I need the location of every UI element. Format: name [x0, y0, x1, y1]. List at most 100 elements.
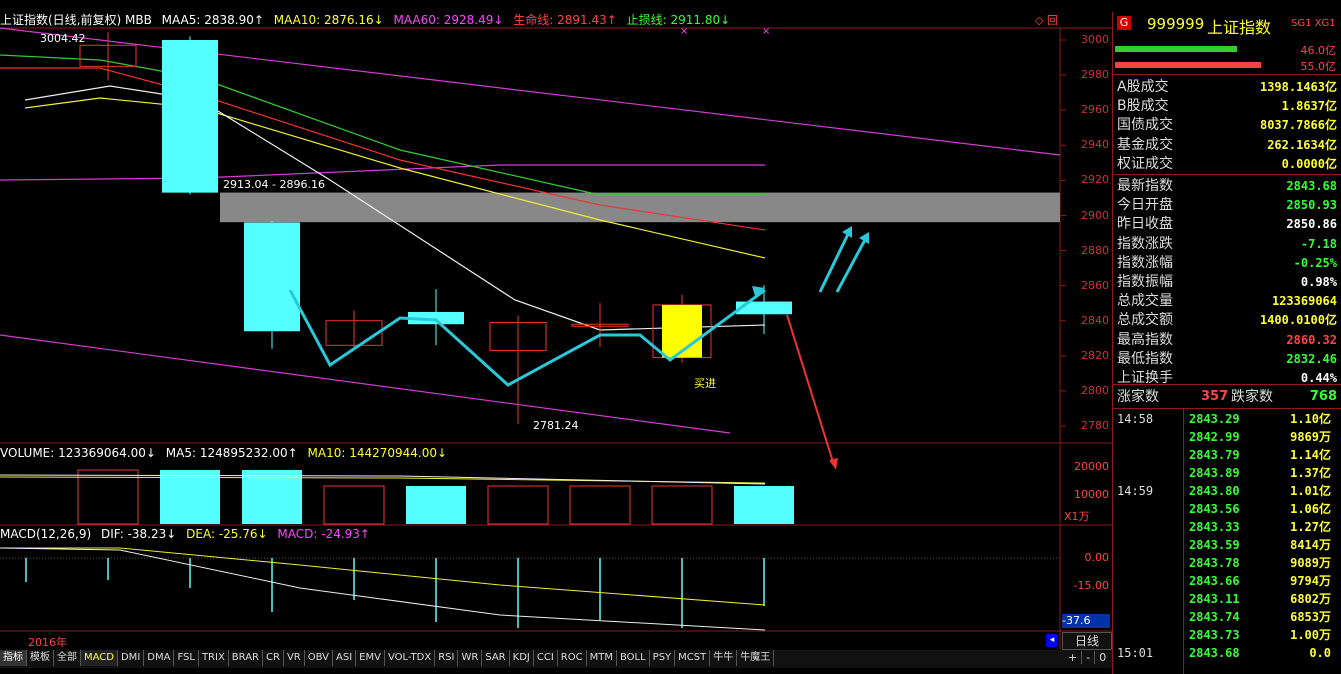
tab-brar[interactable]: BRAR	[228, 650, 263, 666]
tab-wr[interactable]: WR	[458, 650, 483, 666]
stat-row: 总成交额 1400.0100亿	[1115, 311, 1337, 329]
tab-牛魔王[interactable]: 牛魔王	[737, 650, 775, 666]
market-breadth: 涨家数 357 跌家数 768	[1115, 388, 1337, 406]
tick-volume: 1.10亿	[1290, 412, 1331, 426]
tick-volume: 0.0	[1309, 646, 1331, 660]
volume-bar	[160, 470, 220, 524]
tab-rsi[interactable]: RSI	[435, 650, 459, 666]
stat-value: 2850.93	[1286, 198, 1337, 213]
tick-row: 2843.78 9089万	[1115, 554, 1339, 572]
tab-cci[interactable]: CCI	[533, 650, 558, 666]
divider	[1113, 74, 1341, 75]
stat-value: 8037.7866亿	[1259, 118, 1337, 133]
tab-kdj[interactable]: KDJ	[509, 650, 534, 666]
tick-time: 14:58	[1117, 412, 1154, 426]
zoom-out-button[interactable]: -	[1082, 651, 1096, 664]
tab-牛牛[interactable]: 牛牛	[710, 650, 738, 666]
tab-asi[interactable]: ASI	[333, 650, 357, 666]
low-price-label: 2781.24	[533, 419, 579, 432]
tab-sar[interactable]: SAR	[482, 650, 510, 666]
tab-controls: + -0	[1064, 650, 1110, 666]
tab-cr[interactable]: CR	[263, 650, 284, 666]
tick-price: 2843.29	[1189, 412, 1240, 426]
macd-axis-zero: 0.00	[1084, 551, 1110, 564]
tab-emv[interactable]: EMV	[356, 650, 385, 666]
tick-volume: 6802万	[1290, 592, 1331, 606]
tab-psy[interactable]: PSY	[649, 650, 676, 666]
tab-mtm[interactable]: MTM	[586, 650, 617, 666]
candle-body	[162, 40, 218, 193]
tab-全部[interactable]: 全部	[54, 650, 81, 666]
stat-label: 总成交额	[1117, 312, 1173, 329]
reset-button[interactable]: 0	[1095, 651, 1110, 664]
volume-bar	[487, 485, 549, 525]
tick-row: 2843.66 9794万	[1115, 572, 1339, 590]
tab-vr[interactable]: VR	[283, 650, 305, 666]
tab-mcst[interactable]: MCST	[675, 650, 711, 666]
dif-line	[0, 547, 766, 631]
tab-指标[interactable]: 指标	[0, 650, 27, 666]
volume-header: VOLUME: 123369064.00↓ MA5: 124895232.00↑…	[0, 445, 453, 461]
tab-roc[interactable]: ROC	[557, 650, 587, 666]
stat-row: B股成交 1.8637亿	[1115, 97, 1337, 115]
volume-bar	[77, 469, 139, 525]
tab-dma[interactable]: DMA	[144, 650, 175, 666]
tick-time: 14:59	[1117, 484, 1154, 498]
tick-volume: 1.00万	[1290, 628, 1331, 642]
tick-row: 14:58 2843.29 1.10亿	[1115, 410, 1339, 428]
volume-ma5-line	[0, 474, 766, 485]
period-selector[interactable]: 日线	[1062, 632, 1112, 650]
tab-模板[interactable]: 模板	[27, 650, 54, 666]
stat-row: A股成交 1398.1463亿	[1115, 78, 1337, 96]
tab-boll[interactable]: BOLL	[616, 650, 650, 666]
stat-value: 123369064	[1271, 294, 1337, 309]
up-count-label: 涨家数	[1117, 389, 1159, 405]
tick-row: 14:59 2843.80 1.01亿	[1115, 482, 1339, 500]
stock-code: 999999	[1147, 15, 1205, 33]
high-price-label: 3004.42	[40, 32, 86, 45]
tick-row: 2843.11 6802万	[1115, 590, 1339, 608]
tick-price: 2843.73	[1189, 628, 1240, 642]
tick-volume: 1.37亿	[1290, 466, 1331, 480]
stat-label: 昨日收盘	[1117, 216, 1173, 233]
tick-volume: 8414万	[1290, 538, 1331, 552]
main-chart-header: 上证指数(日线,前复权) MBB MAA5: 2838.90↑ MAA10: 2…	[0, 12, 736, 28]
maa5-value: MAA5: 2838.90↑	[161, 13, 264, 27]
stat-label: 权证成交	[1117, 155, 1173, 172]
stat-row: 最低指数 2832.46	[1115, 350, 1337, 368]
stat-row: 今日开盘 2850.93	[1115, 196, 1337, 214]
lower-band-line	[0, 334, 731, 434]
tab-obv[interactable]: OBV	[304, 650, 333, 666]
tab-trix[interactable]: TRIX	[198, 650, 229, 666]
buy-volume-value: 46.0亿	[1300, 44, 1337, 57]
buy-signal-label: 买进	[694, 377, 716, 390]
stop-line	[0, 54, 765, 196]
volume-bar	[569, 485, 631, 525]
volume-title: VOLUME: 123369064.00↓	[0, 446, 156, 460]
tab-fsl[interactable]: FSL	[174, 650, 199, 666]
dea-line	[0, 547, 766, 606]
stat-value: 1.8637亿	[1281, 99, 1337, 114]
stat-label: 指数振幅	[1117, 274, 1173, 290]
ma-line-magenta	[0, 27, 1061, 156]
price-axis-label: 2800	[1081, 384, 1109, 397]
tick-row: 2843.56 1.06亿	[1115, 500, 1339, 518]
stat-row: 指数涨跌 -7.18	[1115, 235, 1337, 253]
tab-macd[interactable]: MACD	[81, 650, 118, 666]
lifeline-value: 生命线: 2891.43↑	[513, 13, 617, 27]
tab-dmi[interactable]: DMI	[117, 650, 145, 666]
stat-value: 0.0000亿	[1281, 156, 1337, 171]
zoom-in-button[interactable]: +	[1064, 651, 1083, 664]
tick-price: 2843.68	[1189, 646, 1240, 660]
tick-price: 2843.89	[1189, 466, 1240, 480]
scroll-left-icon[interactable]: ◂	[1046, 634, 1058, 647]
stopline-value: 止损线: 2911.80↓	[626, 13, 731, 27]
kline-chart[interactable]: × ×	[0, 0, 1112, 650]
tab-vol-tdx[interactable]: VOL-TDX	[384, 650, 436, 666]
macd-axis-neg15: -15.00	[1073, 579, 1109, 592]
stat-label: 指数涨跌	[1117, 235, 1173, 252]
quote-panel: G 999999 上证指数 SG1 XG1 46.0亿 55.0亿 A股成交 13…	[1112, 12, 1341, 674]
chart-corner-icons[interactable]: ◇ 回	[1035, 12, 1058, 28]
tick-price: 2843.11	[1189, 592, 1240, 606]
tick-price: 2843.59	[1189, 538, 1240, 552]
